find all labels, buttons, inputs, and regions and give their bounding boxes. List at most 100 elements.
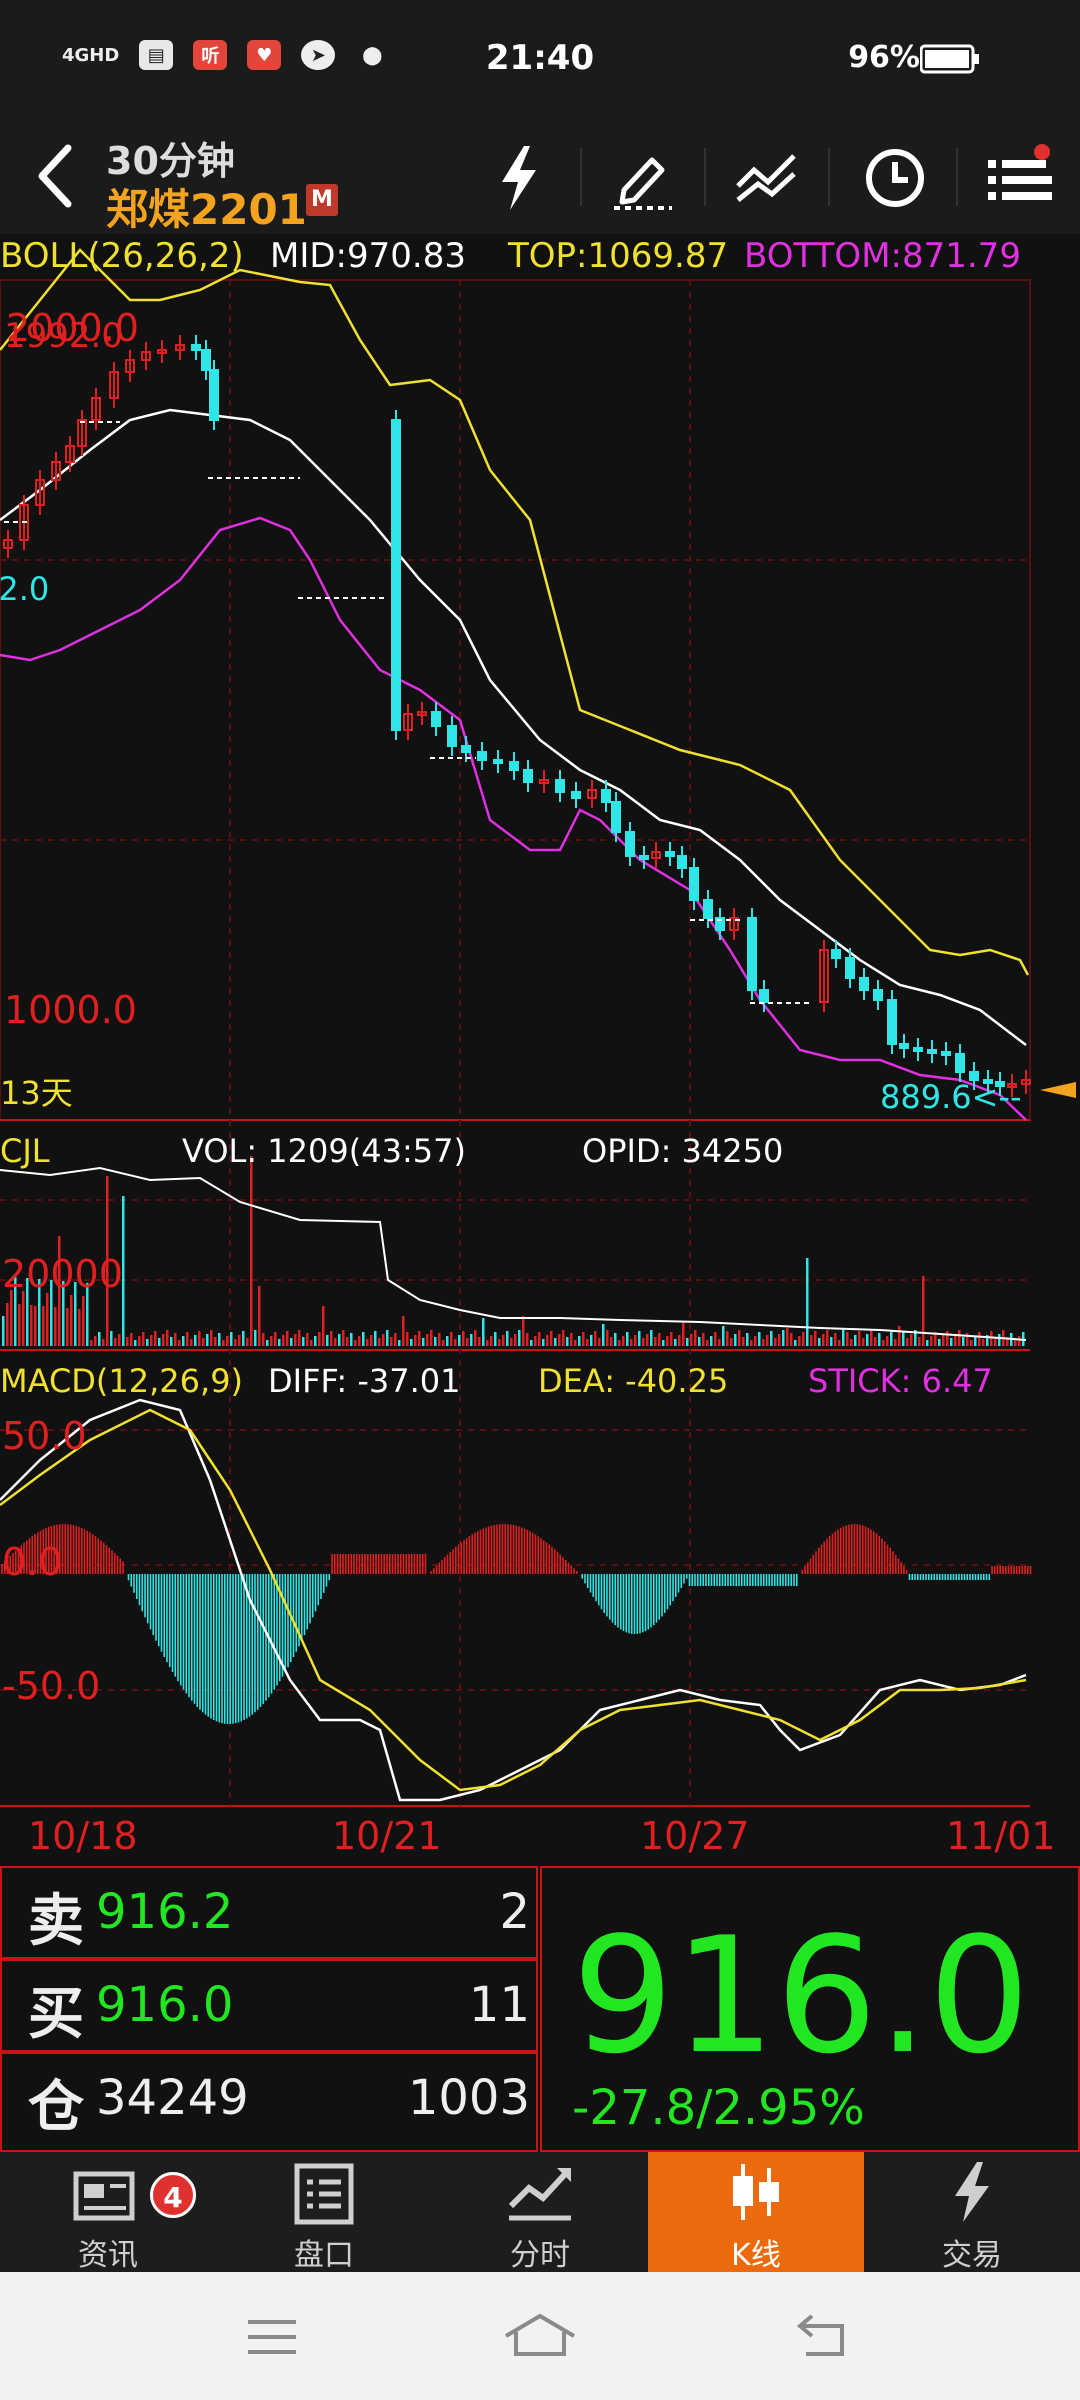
macd-dea-line: [0, 1408, 1027, 1792]
volume-bar: [722, 1326, 725, 1346]
volume-bar: [926, 1340, 929, 1346]
tab-timeshare[interactable]: 分时: [432, 2152, 648, 2273]
boll-indicator-bar: BOLL(26,26,2) MID:970.83 TOP:1069.87 BOT…: [0, 236, 1080, 280]
volume-bar: [90, 1340, 93, 1346]
volume-bar: [986, 1335, 989, 1346]
volume-bar: [734, 1334, 737, 1346]
candle-body: [941, 1051, 951, 1056]
volume-bar: [214, 1337, 217, 1346]
tab-kline[interactable]: K线: [648, 2152, 864, 2273]
open-interest-row[interactable]: 仓 34249 1003: [0, 2052, 538, 2152]
tab-orderbook[interactable]: 盘口: [216, 2152, 432, 2273]
date-label: 10/27: [640, 1814, 750, 1858]
candle-body: [391, 419, 401, 731]
menu-list-icon[interactable]: [980, 138, 1058, 216]
volume-bar: [186, 1332, 189, 1346]
volume-bar: [78, 1309, 81, 1346]
boll-mid-line: [0, 408, 1027, 1046]
lightning-icon[interactable]: [480, 138, 558, 216]
candlestick-series: [3, 335, 1031, 1097]
volume-bar: [146, 1339, 149, 1346]
volume-bar: [22, 1291, 25, 1346]
candle-body: [539, 779, 549, 784]
home-icon[interactable]: [500, 2310, 580, 2360]
volume-bar: [306, 1333, 309, 1346]
volume-bar: [42, 1306, 45, 1346]
status-bar: 4GHD ▤ 听 ♥ ➤ ⬤ 21:40 96%: [0, 0, 1080, 118]
volume-bar: [1018, 1336, 1021, 1346]
volume-bar: [354, 1340, 357, 1346]
volume-bar: [130, 1333, 133, 1346]
tab-trade[interactable]: 交易: [864, 2152, 1080, 2273]
candle-body: [729, 917, 739, 931]
buy-row[interactable]: 买 916.0 11: [0, 1959, 538, 2052]
volume-bar: [210, 1330, 213, 1346]
volume-bar: [966, 1333, 969, 1346]
candle-body: [157, 349, 167, 354]
volume-bar: [310, 1340, 313, 1346]
back-icon[interactable]: [792, 2310, 852, 2360]
volume-bar: [222, 1340, 225, 1346]
volume-bar: [126, 1337, 129, 1346]
sell-label: 卖: [28, 1889, 84, 1954]
boll-mid: MID:970.83: [270, 236, 466, 276]
volume-bar: [386, 1330, 389, 1346]
volume-bar: [906, 1338, 909, 1346]
indicator-lines-icon[interactable]: [728, 138, 806, 216]
volume-bar: [110, 1331, 113, 1346]
volume-bar: [638, 1331, 641, 1346]
candle-body: [461, 745, 471, 753]
volume-bar: [234, 1339, 237, 1346]
volume-bar: [946, 1331, 949, 1346]
volume-bar: [462, 1331, 465, 1346]
draw-pen-icon[interactable]: [604, 138, 682, 216]
candle-body: [625, 831, 635, 857]
volume-bar: [750, 1340, 753, 1346]
volume-bar: [46, 1293, 49, 1346]
clock-icon[interactable]: [856, 138, 934, 216]
volume-bar: [422, 1338, 425, 1346]
timeshare-chart-icon: [508, 2168, 571, 2221]
volume-bar: [82, 1296, 85, 1346]
volume-bar: [134, 1340, 137, 1346]
volume-bar: [514, 1334, 517, 1346]
volume-bar: [786, 1328, 789, 1346]
macd-name[interactable]: MACD(12,26,9): [0, 1362, 243, 1400]
volume-bar: [606, 1330, 609, 1346]
volume-bar: [902, 1331, 905, 1346]
volume-bar: [542, 1339, 545, 1346]
volume-bar: [194, 1335, 197, 1346]
volume-bar: [802, 1332, 805, 1346]
last-price-box[interactable]: 916.0 -27.8/2.95%: [540, 1866, 1080, 2152]
volume-name[interactable]: CJL: [0, 1132, 50, 1170]
system-nav-bar: [0, 2272, 1080, 2400]
menu-icon[interactable]: [242, 2312, 302, 2362]
tab-news[interactable]: 4 资讯: [0, 2152, 216, 2273]
macd-histogram: [1, 1524, 1032, 1724]
volume-bar: [766, 1335, 769, 1346]
volume-bar: [738, 1330, 741, 1346]
tab-label: 资讯: [78, 2238, 138, 2273]
volume-bar: [266, 1340, 269, 1346]
back-arrow-icon[interactable]: [30, 138, 80, 214]
contract-name[interactable]: 郑煤2201: [106, 176, 307, 237]
volume-bar: [570, 1333, 573, 1346]
candle-body: [209, 369, 219, 421]
volume-bar: [166, 1330, 169, 1346]
volume-bar: [586, 1339, 589, 1346]
volume-bar: [866, 1334, 869, 1346]
volume-bar: [450, 1332, 453, 1346]
volume-bar: [842, 1328, 845, 1346]
boll-name[interactable]: BOLL(26,26,2): [0, 236, 244, 276]
volume-bar: [690, 1334, 693, 1346]
volume-bar: [258, 1286, 261, 1346]
volume-bar: [534, 1336, 537, 1346]
open-interest-change: 1003: [407, 2070, 530, 2126]
candle-body: [587, 789, 597, 799]
sell-row[interactable]: 卖 916.2 2: [0, 1866, 538, 1959]
open-interest-line: [0, 1166, 1027, 1341]
volume-bar: [890, 1332, 893, 1346]
candle-body: [665, 851, 675, 857]
volume-bar: [634, 1335, 637, 1346]
candle-body: [955, 1053, 965, 1073]
